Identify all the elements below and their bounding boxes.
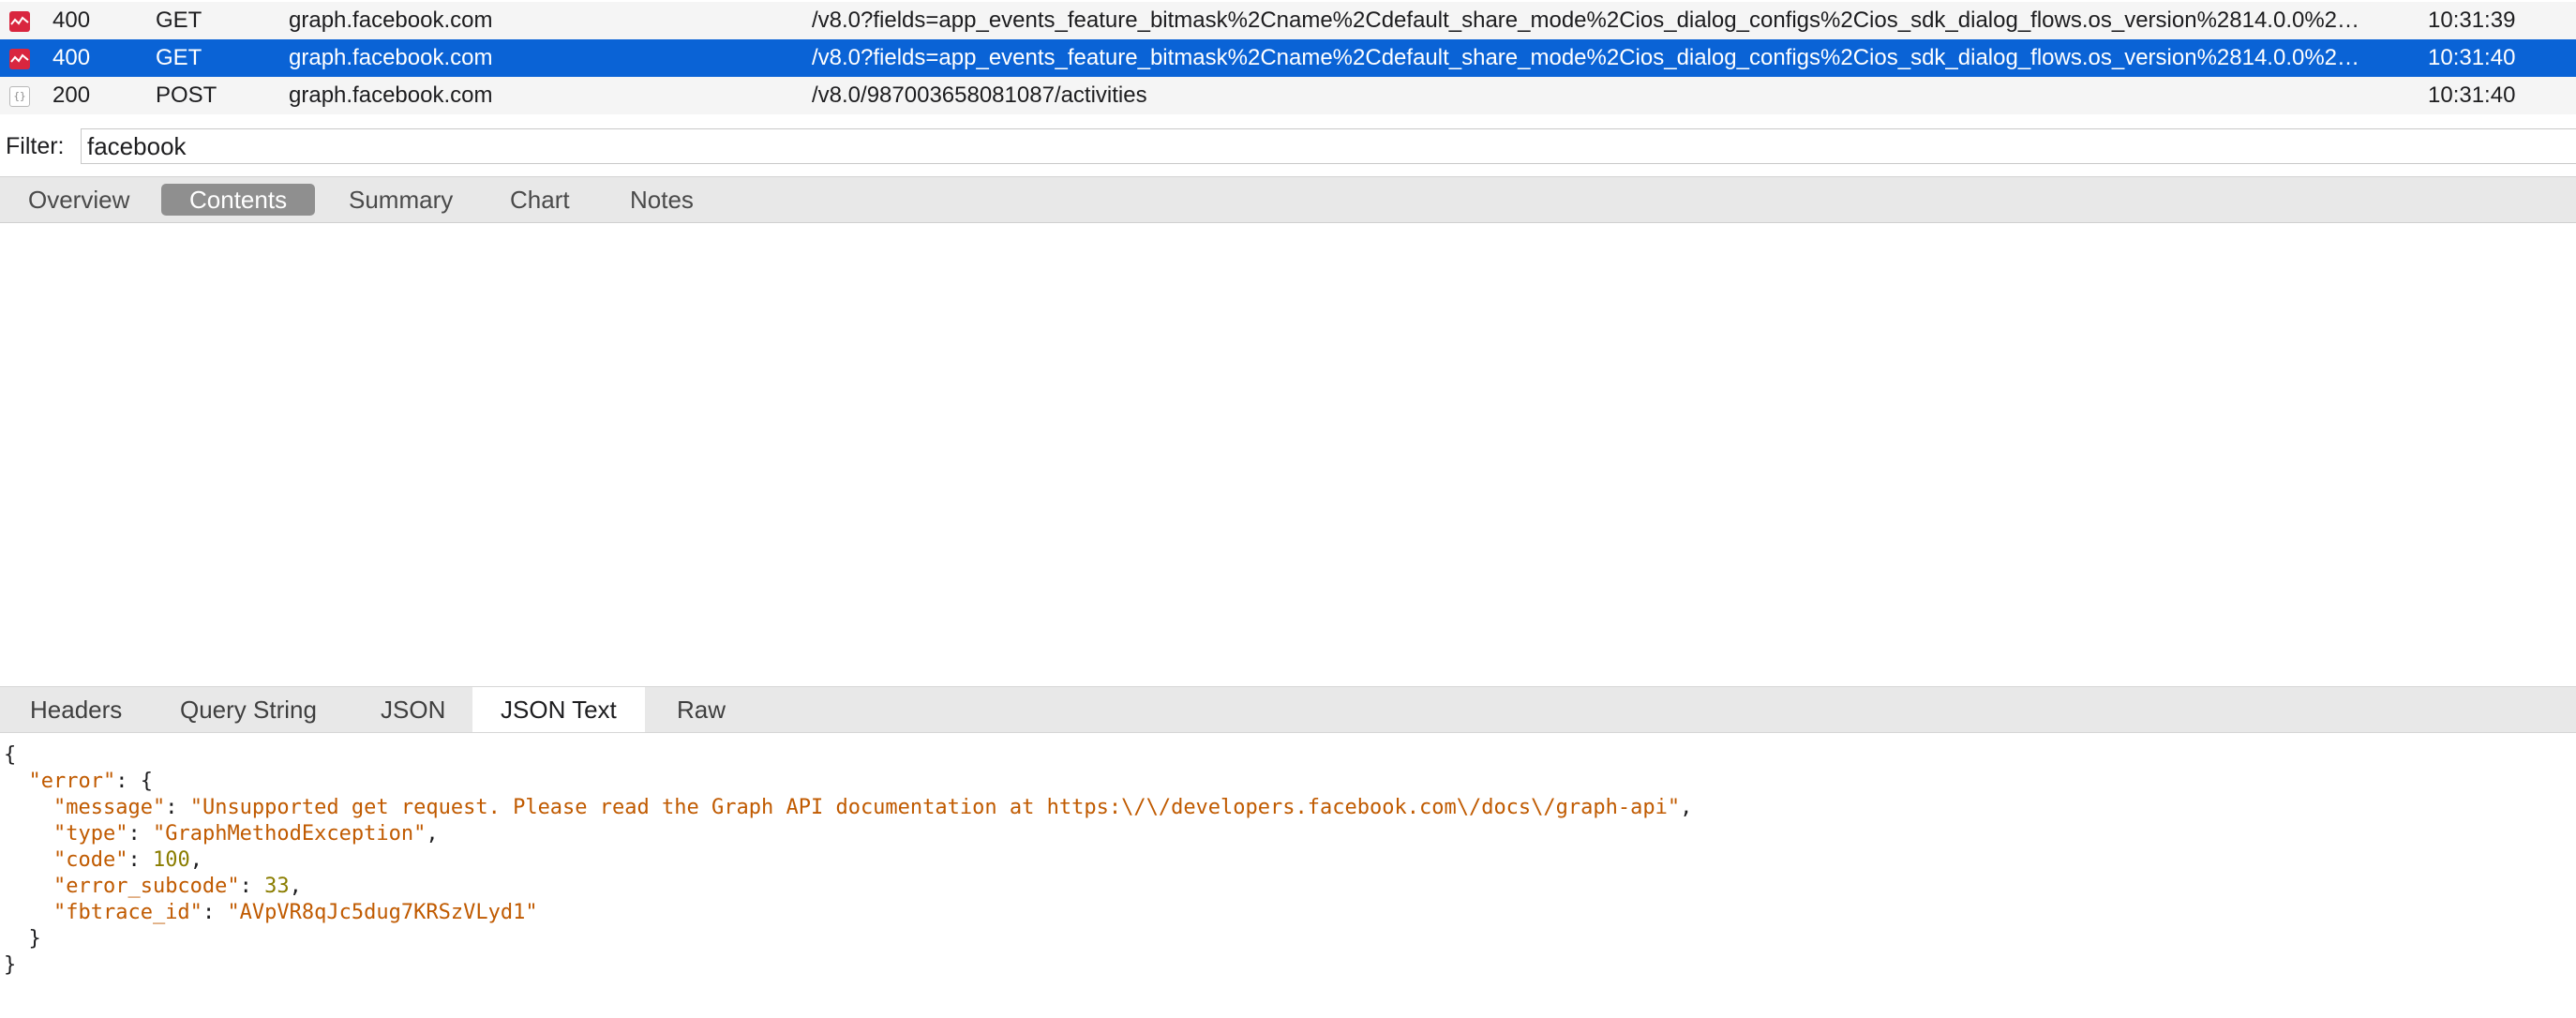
tab-overview[interactable]: Overview <box>0 184 157 216</box>
json-key: "message" <box>52 796 166 819</box>
json-value: 33 <box>264 875 290 898</box>
detail-tabs: Overview Contents Summary Chart Notes <box>0 176 2576 223</box>
json-key: "code" <box>52 848 128 872</box>
request-time: 10:31:40 <box>2428 82 2516 108</box>
request-method: GET <box>156 45 202 70</box>
filter-bar: Filter: <box>0 125 2576 168</box>
error-icon <box>9 49 30 69</box>
request-host: graph.facebook.com <box>289 82 493 108</box>
tab-json[interactable]: JSON <box>352 687 473 732</box>
tab-json-text[interactable]: JSON Text <box>472 687 645 732</box>
json-field-type: "type": "GraphMethodException", <box>52 822 439 846</box>
request-row-selected[interactable]: 400 GET graph.facebook.com /v8.0?fields=… <box>0 39 2576 77</box>
request-method: POST <box>156 82 217 108</box>
json-field-error-subcode: "error_subcode": 33, <box>52 875 302 898</box>
request-method: GET <box>156 7 202 33</box>
json-value: 100 <box>152 848 190 872</box>
request-row[interactable]: {} 200 POST graph.facebook.com /v8.0/987… <box>0 77 2576 114</box>
json-value: "Unsupported get request. Please read th… <box>189 796 1681 819</box>
request-path: /v8.0?fields=app_events_feature_bitmask%… <box>812 7 2360 33</box>
json-field-message: "message": "Unsupported get request. Ple… <box>52 796 1693 819</box>
request-path: /v8.0/987003658081087/activities <box>812 82 1147 108</box>
json-value: "GraphMethodException" <box>152 822 427 846</box>
tab-chart[interactable]: Chart <box>482 184 598 216</box>
app-window: 400 GET graph.facebook.com /v8.0?fields=… <box>0 0 2576 1018</box>
json-field-code: "code": 100, <box>52 848 202 872</box>
json-open-brace: { <box>4 743 17 767</box>
request-host: graph.facebook.com <box>289 7 493 33</box>
status-code: 200 <box>52 82 91 108</box>
error-icon <box>9 11 30 32</box>
json-field-fbtrace-id: "fbtrace_id": "AVpVR8qJc5dug7KRSzVLyd1" <box>52 901 538 924</box>
request-row[interactable]: 400 GET graph.facebook.com /v8.0?fields=… <box>0 2 2576 39</box>
status-code: 400 <box>52 7 91 33</box>
json-key: "error" <box>28 770 116 793</box>
tab-notes[interactable]: Notes <box>602 184 722 216</box>
tab-summary[interactable]: Summary <box>321 184 481 216</box>
json-value: "AVpVR8qJc5dug7KRSzVLyd1" <box>227 901 538 924</box>
json-text-view[interactable]: { "error": { "message": "Unsupported get… <box>0 733 2576 1018</box>
request-host: graph.facebook.com <box>289 45 493 70</box>
tab-query-string[interactable]: Query String <box>152 687 345 732</box>
json-key: "error_subcode" <box>52 875 240 898</box>
json-close-brace: } <box>4 953 17 977</box>
request-time: 10:31:39 <box>2428 7 2516 33</box>
filter-label: Filter: <box>6 133 65 159</box>
json-error-line: "error": { <box>28 770 153 793</box>
request-path: /v8.0?fields=app_events_feature_bitmask%… <box>812 45 2360 70</box>
response-tabs: Headers Query String JSON JSON Text Raw <box>0 686 2576 733</box>
request-time: 10:31:40 <box>2428 45 2516 70</box>
tab-headers[interactable]: Headers <box>2 687 150 732</box>
json-inner-close: } <box>28 927 41 951</box>
json-file-icon: {} <box>9 86 30 107</box>
request-list: 400 GET graph.facebook.com /v8.0?fields=… <box>0 0 2576 114</box>
tab-contents[interactable]: Contents <box>161 184 316 216</box>
tab-raw[interactable]: Raw <box>649 687 754 732</box>
json-key: "type" <box>52 822 128 846</box>
filter-input[interactable] <box>81 128 2576 164</box>
json-key: "fbtrace_id" <box>52 901 202 924</box>
status-code: 400 <box>52 45 91 70</box>
request-content-pane <box>0 223 2576 686</box>
